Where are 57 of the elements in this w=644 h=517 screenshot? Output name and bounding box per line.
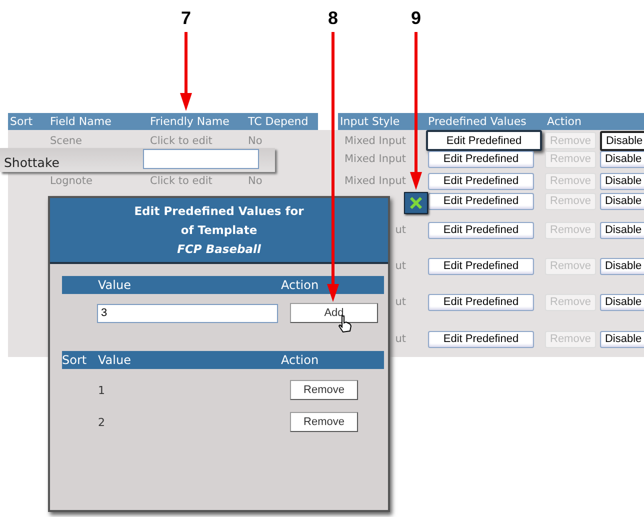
input-style-cell-text: ut: [394, 260, 407, 272]
column-header: Value: [98, 353, 132, 367]
callout-number: 8: [328, 8, 338, 28]
dialog-title: of Template: [180, 222, 258, 238]
column-header: Sort: [8, 113, 48, 130]
column-header: Friendly Name: [148, 113, 246, 130]
field-name-cell-text: Scene: [49, 134, 84, 146]
add-button[interactable]: Add: [290, 303, 378, 323]
field-name-cell-text: Lognote: [49, 175, 94, 187]
input-style-cell-text: Mixed Input: [343, 134, 407, 146]
disable-button[interactable]: Disable: [600, 294, 644, 310]
edit-predefined-button[interactable]: Edit Predefined: [428, 258, 534, 274]
column-header: Action: [281, 278, 320, 292]
edit-predefined-button[interactable]: Edit Predefined: [428, 222, 534, 238]
column-header: Field Name: [48, 113, 148, 130]
disable-button[interactable]: Disable: [600, 150, 644, 168]
field-label: Shottake: [4, 155, 60, 170]
friendly-name-cell-text: Click to edit: [149, 175, 214, 187]
input-style-cell-text: ut: [394, 296, 407, 308]
callout-number: 7: [181, 8, 191, 28]
column-header: Action: [545, 113, 644, 130]
disable-button[interactable]: Disable: [600, 258, 644, 274]
column-header: Value: [98, 278, 132, 292]
friendly-name-cell-text: Click to edit: [149, 134, 214, 146]
disable-button[interactable]: Disable: [600, 330, 644, 348]
column-header: Action: [281, 353, 320, 367]
column-header: Sort: [62, 353, 88, 367]
input-field[interactable]: [143, 149, 259, 169]
input-style-cell-text: ut: [394, 333, 407, 345]
close-button[interactable]: [404, 192, 428, 214]
disable-button[interactable]: Disable: [600, 222, 644, 238]
column-header: Input Style: [338, 113, 426, 130]
value-cell-text: 1: [98, 384, 106, 396]
edit-predefined-button[interactable]: Edit Predefined: [428, 150, 534, 168]
edit-predefined-button[interactable]: Edit Predefined: [428, 172, 534, 190]
input-style-cell-text: ut: [394, 224, 407, 236]
dialog-title: Edit Predefined Values for: [134, 202, 304, 220]
remove-button[interactable]: Remove: [290, 380, 358, 400]
input-style-cell-text: Mixed Input: [343, 175, 407, 187]
disable-button[interactable]: Disable: [600, 172, 644, 190]
edit-predefined-button[interactable]: Edit Predefined: [428, 294, 534, 310]
tc-depend-cell-text: No: [247, 134, 264, 146]
tc-depend-cell-text: No: [247, 175, 264, 187]
column-header: Predefined Values: [426, 113, 545, 130]
edit-predefined-button[interactable]: Edit Predefined: [428, 330, 534, 348]
value-input-field[interactable]: 3: [97, 304, 278, 322]
remove-button[interactable]: Remove: [290, 412, 358, 432]
template-name: FCP Baseball: [177, 240, 261, 258]
column-header: TC Depend: [246, 113, 318, 130]
disable-button[interactable]: Disable: [600, 130, 644, 150]
callout-number: 9: [411, 8, 421, 28]
edit-predefined-button[interactable]: Edit Predefined: [428, 192, 534, 210]
edit-predefined-button[interactable]: Edit Predefined: [426, 130, 542, 151]
value-cell-text: 2: [98, 416, 106, 428]
disable-button[interactable]: Disable: [600, 192, 644, 210]
hand-cursor-icon: [338, 315, 352, 333]
input-style-cell-text: Mixed Input: [343, 153, 407, 165]
